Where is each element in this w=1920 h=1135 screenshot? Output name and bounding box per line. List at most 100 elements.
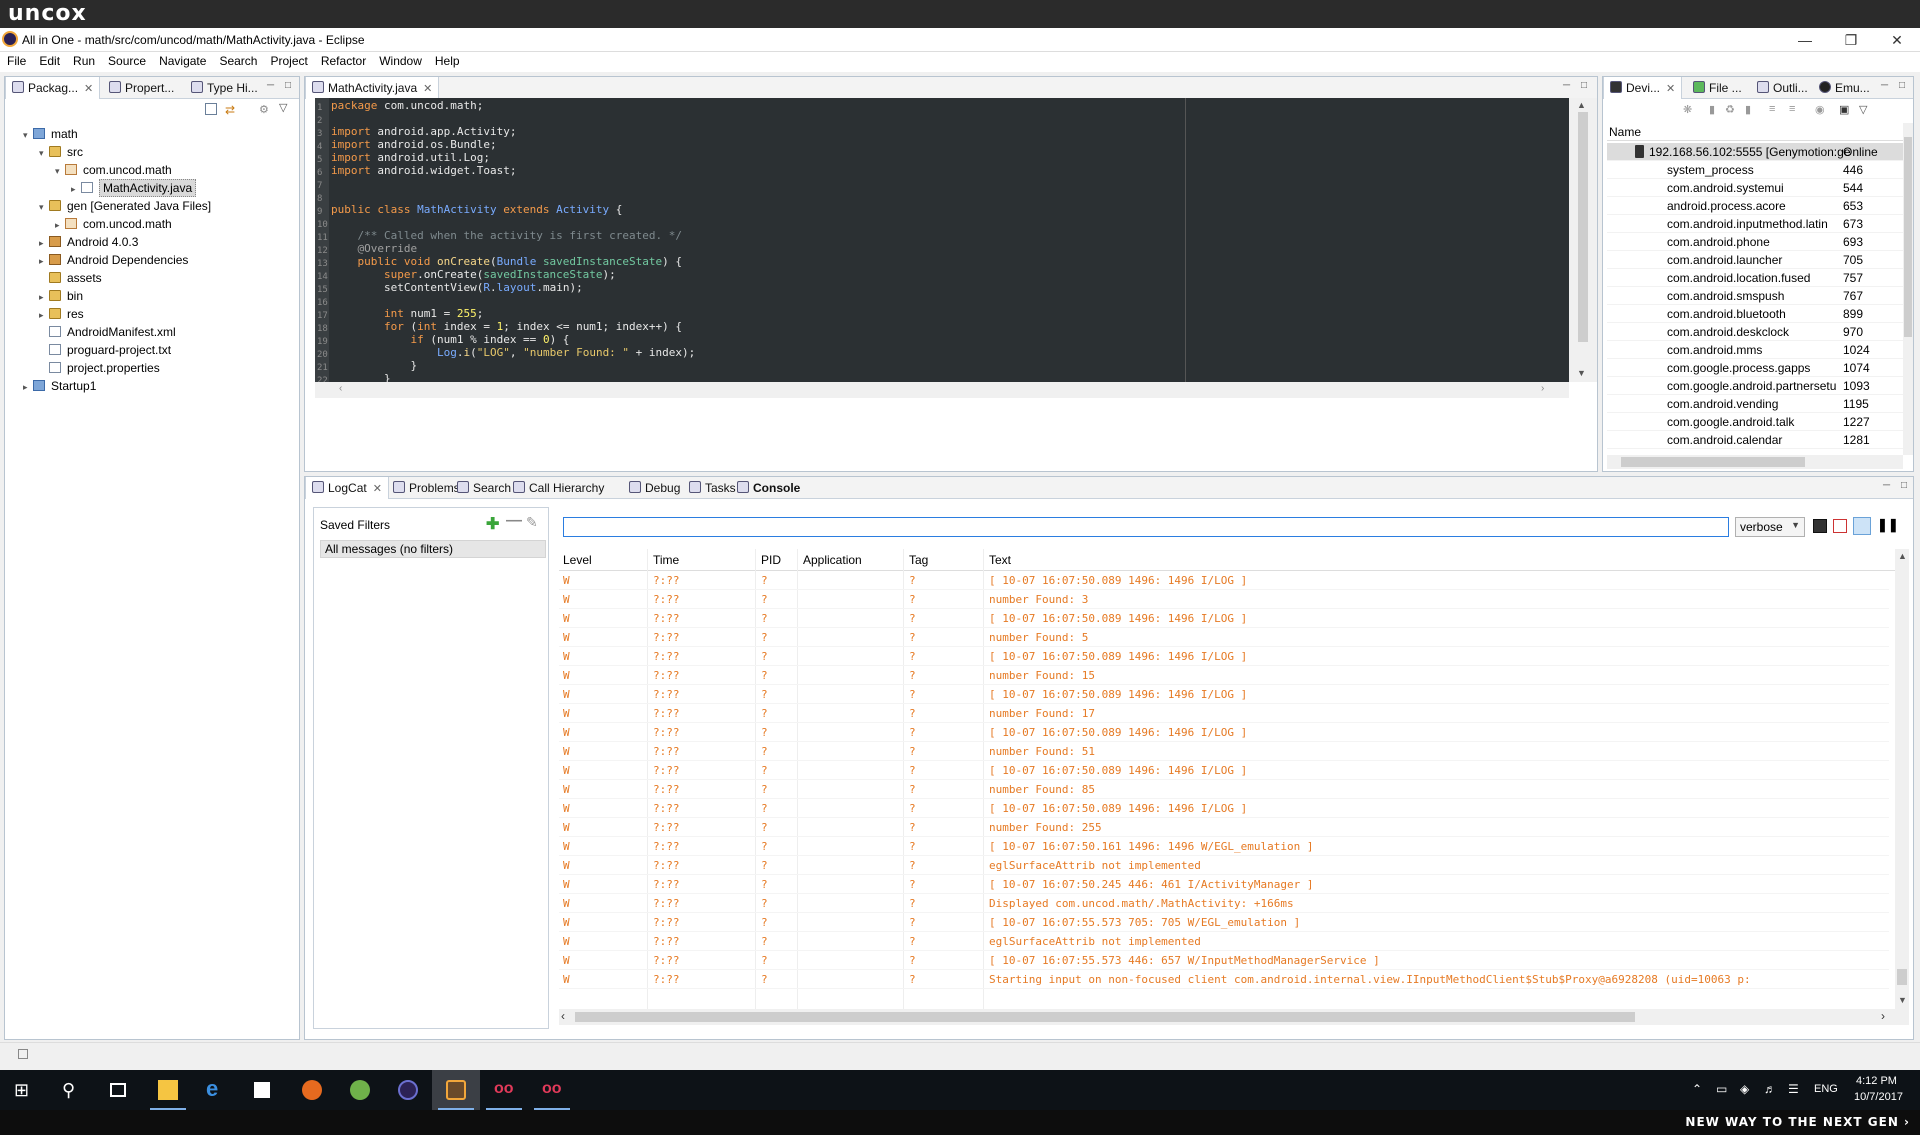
debug-icon[interactable]: ❋ (1683, 103, 1692, 116)
tab-logcat[interactable]: LogCat ✕ (305, 477, 389, 499)
process-row[interactable]: com.google.android.talk 1227 (1607, 413, 1903, 431)
log-level-select[interactable]: verbose ▼ (1735, 517, 1805, 537)
battery-icon[interactable]: ▭ (1716, 1082, 1727, 1096)
tree-item[interactable]: ▸ MathActivity.java (71, 179, 197, 197)
tree-item[interactable]: ▸ Android Dependencies (39, 251, 188, 269)
search-button[interactable]: ⚲ (48, 1070, 96, 1110)
tree-item[interactable]: ▾ math (23, 125, 78, 143)
tab-debug[interactable]: Debug (623, 477, 686, 499)
tab-emulator-control[interactable]: Emu... (1813, 77, 1876, 99)
clock-time[interactable]: 4:12 PM (1856, 1075, 1897, 1087)
toggle-filters-icon[interactable] (1853, 517, 1871, 535)
device-row[interactable]: 192.168.56.102:5555 [Genymotion:ge Onlin… (1607, 143, 1903, 161)
menu-window[interactable]: Window (372, 52, 428, 68)
add-filter-icon[interactable]: ✚ (486, 514, 499, 534)
log-row[interactable]: W?:???? number Found: 51 (559, 742, 1889, 761)
scrollbar-thumb[interactable] (1621, 457, 1805, 467)
tab-outline[interactable]: Outli... (1751, 77, 1814, 99)
code-editor[interactable]: 1 2 3 4 5 6 7 8 9 10 11 12 13 14 15 16 17 18 19 20 21 22 pack… (315, 98, 1569, 382)
column-header-pid[interactable]: PID (761, 553, 781, 567)
screen-capture-icon[interactable]: ▣ (1839, 103, 1849, 116)
minimize-view-icon[interactable]: ─ (267, 80, 274, 91)
collapse-all-icon[interactable] (205, 103, 217, 115)
hprof-icon[interactable]: ▮ (1745, 103, 1751, 116)
genymotion-taskbar-1[interactable]: oo (480, 1070, 528, 1110)
clock-date[interactable]: 10/7/2017 (1854, 1091, 1903, 1103)
tree-item[interactable]: ▸ Startup1 (23, 377, 96, 395)
log-row[interactable]: W?:???? Starting input on non-focused cli… (559, 970, 1889, 989)
close-button[interactable]: ✕ (1874, 30, 1920, 50)
clear-log-icon[interactable] (1833, 519, 1847, 533)
remove-filter-icon[interactable]: — (506, 512, 522, 530)
store-taskbar[interactable] (240, 1070, 288, 1110)
log-row[interactable]: W?:???? [ 10-07 16:07:50.089 1496: 1496 I… (559, 609, 1889, 628)
link-editor-icon[interactable]: ⇄ (225, 103, 235, 117)
tab-properties[interactable]: Propert... (103, 77, 180, 99)
scrollbar-thumb[interactable] (1897, 969, 1907, 985)
tree-item[interactable]: ▸ com.uncod.math (55, 215, 172, 233)
tab-type-hierarchy[interactable]: Type Hi... (185, 77, 264, 99)
log-row[interactable]: W?:???? [ 10-07 16:07:50.161 1496: 1496 W… (559, 837, 1889, 856)
process-row[interactable]: com.android.phone 693 (1607, 233, 1903, 251)
start-button[interactable]: ⊞ (0, 1070, 48, 1110)
code-line[interactable]: import android.widget.Toast; (331, 163, 516, 179)
expand-arrow-icon[interactable]: ▸ (39, 252, 49, 270)
expand-arrow-icon[interactable]: ▸ (39, 306, 49, 324)
stop-process-icon[interactable]: ≡ (1789, 103, 1795, 115)
column-header-level[interactable]: Level (563, 553, 592, 567)
notifications-icon[interactable]: ☰ (1788, 1082, 1799, 1096)
view-menu-icon[interactable]: ▽ (1859, 103, 1867, 116)
edge-taskbar[interactable]: e (192, 1070, 240, 1110)
log-row[interactable]: W?:???? [ 10-07 16:07:50.089 1496: 1496 I… (559, 685, 1889, 704)
column-header-time[interactable]: Time (653, 553, 679, 567)
close-icon[interactable]: ✕ (84, 83, 93, 95)
minimize-view-icon[interactable]: ─ (1881, 80, 1888, 91)
editor-vertical-scrollbar[interactable]: ▲ ▼ (1569, 98, 1597, 382)
code-line[interactable]: setContentView(R.layout.main); (331, 280, 583, 296)
pause-icon[interactable]: ❚❚ (1877, 517, 1899, 533)
minimize-view-icon[interactable]: ─ (1883, 480, 1890, 491)
process-row[interactable]: com.android.inputmethod.latin 673 (1607, 215, 1903, 233)
file-explorer-taskbar[interactable] (144, 1070, 192, 1110)
process-row[interactable]: com.google.process.gapps 1074 (1607, 359, 1903, 377)
threads-icon[interactable]: ≡ (1769, 103, 1775, 115)
code-line[interactable]: public class MathActivity extends Activi… (331, 202, 622, 218)
log-row[interactable]: W?:???? Displayed com.uncod.math/.MathAct… (559, 894, 1889, 913)
filter-all-messages[interactable]: All messages (no filters) (320, 540, 546, 558)
column-header-text[interactable]: Text (989, 553, 1011, 567)
tree-item[interactable]: assets (39, 269, 102, 287)
tree-item[interactable]: AndroidManifest.xml (39, 323, 176, 341)
tab-mathactivity-java[interactable]: MathActivity.java ✕ (305, 77, 440, 99)
process-row[interactable]: com.android.bluetooth 899 (1607, 305, 1903, 323)
process-row[interactable]: com.android.deskclock 970 (1607, 323, 1903, 341)
expand-arrow-icon[interactable]: ▸ (39, 234, 49, 252)
log-row[interactable]: W?:???? [ 10-07 16:07:55.573 705: 705 W/E… (559, 913, 1889, 932)
expand-arrow-icon[interactable]: ▾ (23, 126, 33, 144)
process-row[interactable]: com.android.smspush 767 (1607, 287, 1903, 305)
android-studio-taskbar[interactable] (336, 1070, 384, 1110)
expand-arrow-icon[interactable]: ▾ (39, 198, 49, 216)
expand-arrow-icon[interactable]: ▾ (39, 144, 49, 162)
logcat-vertical-scrollbar[interactable]: ▲ ▼ (1895, 549, 1909, 1009)
show-hidden-icons[interactable]: ⌃ (1692, 1082, 1702, 1096)
process-row[interactable]: com.android.systemui 544 (1607, 179, 1903, 197)
expand-arrow-icon[interactable]: ▸ (55, 216, 65, 234)
task-view-button[interactable] (96, 1070, 144, 1110)
process-row[interactable]: android.process.acore 653 (1607, 197, 1903, 215)
process-row[interactable]: system_process 446 (1607, 161, 1903, 179)
scrollbar-thumb[interactable] (575, 1012, 1635, 1022)
tree-item[interactable]: ▸ res (39, 305, 84, 323)
tree-item[interactable]: ▾ gen [Generated Java Files] (39, 197, 211, 215)
firefox-taskbar[interactable] (288, 1070, 336, 1110)
wifi-icon[interactable]: ◈ (1740, 1082, 1749, 1096)
menu-edit[interactable]: Edit (32, 52, 66, 68)
focus-icon[interactable]: ⚙ (259, 103, 269, 116)
tree-item[interactable]: ▸ bin (39, 287, 83, 305)
tree-item[interactable]: project.properties (39, 359, 160, 377)
eclipse-taskbar[interactable] (384, 1070, 432, 1110)
process-row[interactable]: com.android.location.fused 757 (1607, 269, 1903, 287)
log-row[interactable]: W?:???? number Found: 85 (559, 780, 1889, 799)
log-row[interactable]: W?:???? eglSurfaceAttrib not implemented (559, 932, 1889, 951)
name-column-header[interactable]: Name (1609, 125, 1641, 139)
log-row[interactable]: W?:???? [ 10-07 16:07:55.573 446: 657 W/I… (559, 951, 1889, 970)
